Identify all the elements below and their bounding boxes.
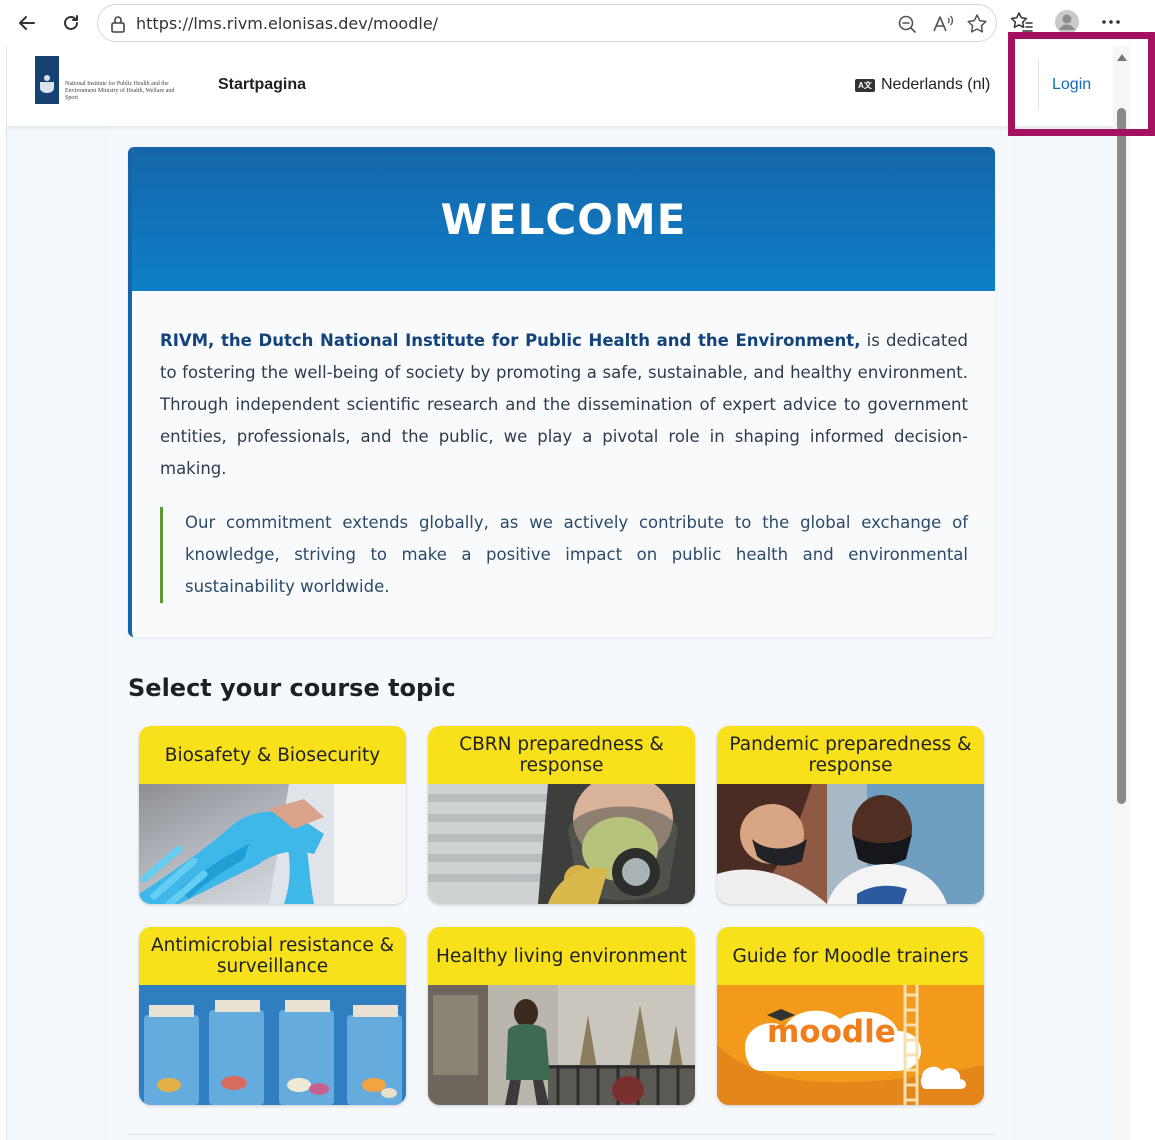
welcome-intro: RIVM, the Dutch National Institute for P… [160, 325, 968, 485]
favorite-star-icon[interactable] [966, 13, 988, 35]
rivm-logo[interactable]: National Institute for Public Health and… [35, 56, 175, 108]
moodle-logo-image[interactable]: moodle [717, 985, 984, 1105]
course-tile-cbrn[interactable]: CBRN preparedness & response [428, 726, 695, 904]
pill-organizer-image[interactable] [139, 985, 406, 1105]
course-tile-label[interactable]: Biosafety & Biosecurity [139, 726, 406, 784]
page-content: WELCOME RIVM, the Dutch National Institu… [108, 46, 1012, 1140]
login-highlight-box [1008, 32, 1155, 136]
course-tile-moodle-guide[interactable]: Guide for Moodle trainers moodle [717, 927, 984, 1105]
language-icon: A文 [855, 78, 875, 92]
zoom-out-icon[interactable] [896, 13, 918, 35]
language-menu[interactable]: A文 Nederlands (nl) [855, 76, 990, 94]
course-tile-label[interactable]: Antimicrobial resistance & surveillance [139, 927, 406, 985]
welcome-intro-text: is dedicated to fostering the well-being… [160, 331, 968, 478]
course-tile-label[interactable]: Healthy living environment [428, 927, 695, 985]
logo-text: National Institute for Public Health and… [65, 81, 175, 101]
browser-toolbar: https://lms.rivm.elonisas.dev/moodle/ [0, 0, 1130, 46]
street-scene-image[interactable] [428, 985, 695, 1105]
course-tile-antimicrobial[interactable]: Antimicrobial resistance & surveillance [139, 927, 406, 1105]
welcome-card: WELCOME RIVM, the Dutch National Institu… [128, 147, 995, 637]
course-tile-biosafety[interactable]: Biosafety & Biosecurity [139, 726, 406, 904]
gloves-image[interactable] [139, 784, 406, 904]
address-bar[interactable]: https://lms.rivm.elonisas.dev/moodle/ [97, 4, 997, 42]
welcome-quote: Our commitment extends globally, as we a… [160, 507, 968, 603]
back-icon[interactable] [12, 8, 42, 38]
read-aloud-icon[interactable] [932, 13, 954, 35]
welcome-banner: WELCOME [132, 147, 995, 291]
lock-icon[interactable] [110, 15, 126, 38]
refresh-icon[interactable] [56, 8, 86, 38]
course-tile-label[interactable]: Pandemic preparedness & response [717, 726, 984, 784]
course-tile-healthy-living[interactable]: Healthy living environment [428, 927, 695, 1105]
language-label[interactable]: Nederlands (nl) [881, 76, 990, 94]
course-tile-label[interactable]: Guide for Moodle trainers [717, 927, 984, 985]
welcome-title: WELCOME [440, 195, 687, 244]
course-topic-heading: Select your course topic [128, 674, 456, 702]
page-scrollbar[interactable] [1113, 46, 1130, 1140]
home-link[interactable]: Startpagina [218, 76, 306, 94]
page-viewport: WELCOME RIVM, the Dutch National Institu… [6, 46, 1130, 1140]
scroll-thumb[interactable] [1117, 108, 1126, 804]
crest-icon [35, 56, 59, 104]
welcome-intro-bold: RIVM, the Dutch National Institute for P… [160, 331, 861, 350]
gas-mask-image[interactable] [428, 784, 695, 904]
section-divider [128, 1134, 995, 1135]
masked-people-image[interactable] [717, 784, 984, 904]
moodle-wordmark: moodle [767, 1014, 896, 1050]
site-header: National Institute for Public Health and… [7, 46, 1115, 126]
url-text[interactable]: https://lms.rivm.elonisas.dev/moodle/ [136, 14, 438, 33]
course-tile-label[interactable]: CBRN preparedness & response [428, 726, 695, 784]
course-tile-pandemic[interactable]: Pandemic preparedness & response [717, 726, 984, 904]
